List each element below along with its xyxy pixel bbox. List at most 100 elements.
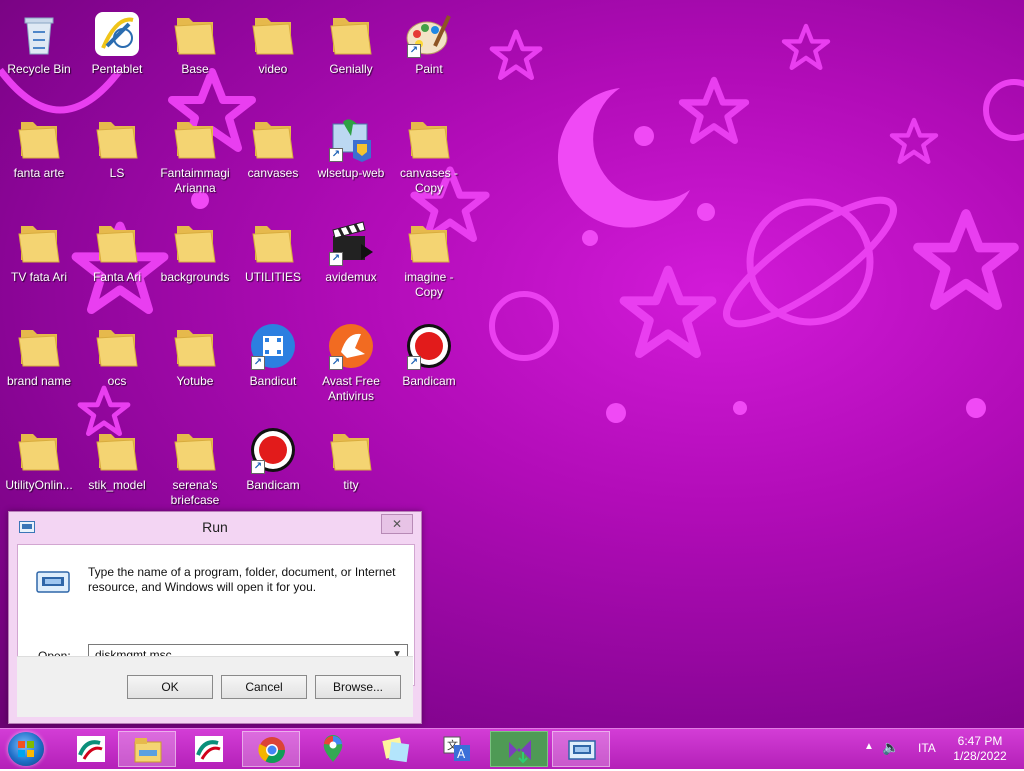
desktop-icon-label: UtilityOnlin... [5,478,73,492]
desktop-icon[interactable]: Pentablet [78,4,156,104]
windows-logo-icon [18,741,34,757]
folder-icon [93,218,141,266]
desktop-icon-label: backgrounds [160,270,230,284]
clapperboard-icon: ↗ [327,218,375,266]
desktop-icon[interactable]: Base [156,4,234,104]
maps-pin-icon [318,735,348,763]
desktop-icon-label: fanta arte [13,166,65,180]
desktop-icon[interactable]: tity [312,420,390,520]
folder-icon [93,426,141,474]
shortcut-arrow-icon: ↗ [329,356,343,370]
shortcut-arrow-icon: ↗ [407,356,421,370]
desktop-icon[interactable]: brand name [0,316,78,416]
desktop-icon[interactable]: Genially [312,4,390,104]
taskbar-button[interactable] [242,731,300,767]
shortcut-arrow-icon: ↗ [329,252,343,266]
desktop-icon[interactable]: backgrounds [156,212,234,312]
bandicam-icon: ↗ [249,426,297,474]
folder-icon [15,114,63,162]
desktop-icon[interactable]: canvases [234,108,312,208]
desktop-icon[interactable]: stik_model [78,420,156,520]
folder-icon [405,218,453,266]
folder-icon [15,218,63,266]
desktop-icon[interactable]: ↗ Avast Free Antivirus [312,316,390,416]
desktop-icon-label: Fanta Ari [92,270,142,284]
shortcut-arrow-icon: ↗ [251,460,265,474]
folder-icon [15,322,63,370]
desktop-icon[interactable]: LS [78,108,156,208]
browse-button[interactable]: Browse... [315,675,401,699]
desktop-icon[interactable]: UtilityOnlin... [0,420,78,520]
cancel-button[interactable]: Cancel [221,675,307,699]
clock[interactable]: 6:47 PM 1/28/2022 [950,734,1010,764]
desktop-icon-label: Pentablet [91,62,143,76]
desktop-icon[interactable]: video [234,4,312,104]
show-hidden-icons-icon[interactable]: ▲ [864,741,874,752]
desktop-icon[interactable]: imagine - Copy [390,212,468,312]
taskbar-button[interactable] [180,731,238,767]
credit-agricole-icon [76,735,106,763]
run-dialog: Run ✕ Type the name of a program, folder… [8,511,422,724]
run-titlebar[interactable]: Run ✕ [9,512,421,542]
folder-icon [15,426,63,474]
desktop-icon[interactable]: Yotube [156,316,234,416]
credit-agricole-icon [194,735,224,763]
desktop-icon[interactable]: ocs [78,316,156,416]
desktop-icon[interactable]: TV fata Ari [0,212,78,312]
desktop-icon[interactable]: canvases - Copy [390,108,468,208]
desktop-icon-label: imagine - Copy [404,270,454,299]
volume-muted-icon[interactable]: 🔈 [882,739,902,759]
folder-icon [249,114,297,162]
desktop-icon[interactable]: Fantaimmagi Arianna [156,108,234,208]
translate-icon: 文A [442,735,472,763]
run-title: Run [202,519,228,535]
taskbar-button[interactable] [490,731,548,767]
desktop-icon[interactable]: ↗ wlsetup-web [312,108,390,208]
desktop-icon-label: brand name [6,374,72,388]
pentablet-icon [93,10,141,58]
desktop-icon[interactable]: ↗ avidemux [312,212,390,312]
desktop-icon-label: stik_model [88,478,146,492]
desktop-icon[interactable]: serena's briefcase [156,420,234,520]
desktop-icon[interactable]: Recycle Bin [0,4,78,104]
ok-button[interactable]: OK [127,675,213,699]
desktop-icon-label: Fantaimmagi Arianna [160,166,230,195]
desktop-icon[interactable]: ↗ Bandicam [390,316,468,416]
desktop-icon[interactable]: fanta arte [0,108,78,208]
folder-icon [93,114,141,162]
desktop-icon-label: Bandicut [249,374,297,388]
folder-icon [171,322,219,370]
clock-date: 1/28/2022 [953,749,1007,763]
desktop: Recycle Bin Pentablet Base video Genially ↗ Pa… [0,0,1024,728]
folder-icon [171,10,219,58]
desktop-icon-label: Bandicam [402,374,456,388]
taskbar-button[interactable] [552,731,610,767]
sticky-notes-icon [380,735,410,763]
language-indicator[interactable]: ITA [918,741,936,755]
desktop-icon[interactable]: UTILITIES [234,212,312,312]
desktop-icon-label: Yotube [176,374,214,388]
shortcut-arrow-icon: ↗ [329,148,343,162]
shortcut-arrow-icon: ↗ [251,356,265,370]
desktop-icon-label: Genially [329,62,373,76]
desktop-icon[interactable]: ↗ Bandicut [234,316,312,416]
taskbar-button[interactable] [118,731,176,767]
taskbar-button[interactable] [304,731,362,767]
desktop-icon[interactable]: ↗ Paint [390,4,468,104]
taskbar-button[interactable]: 文A [428,731,486,767]
chrome-icon [257,736,287,764]
desktop-icon[interactable]: Fanta Ari [78,212,156,312]
desktop-icon-label: tity [343,478,359,492]
desktop-icon[interactable]: ↗ Bandicam [234,420,312,520]
run-footer: OK Cancel Browse... [17,656,413,717]
folder-icon [249,218,297,266]
start-button[interactable] [8,732,44,766]
close-button[interactable]: ✕ [381,514,413,534]
recycle-bin-icon [15,10,63,58]
run-program-icon [36,571,70,593]
taskbar-button[interactable] [366,731,424,767]
folder-icon [249,10,297,58]
visual-studio-installer-icon [505,736,535,764]
taskbar-button[interactable] [62,731,120,767]
file-explorer-icon [133,736,163,764]
